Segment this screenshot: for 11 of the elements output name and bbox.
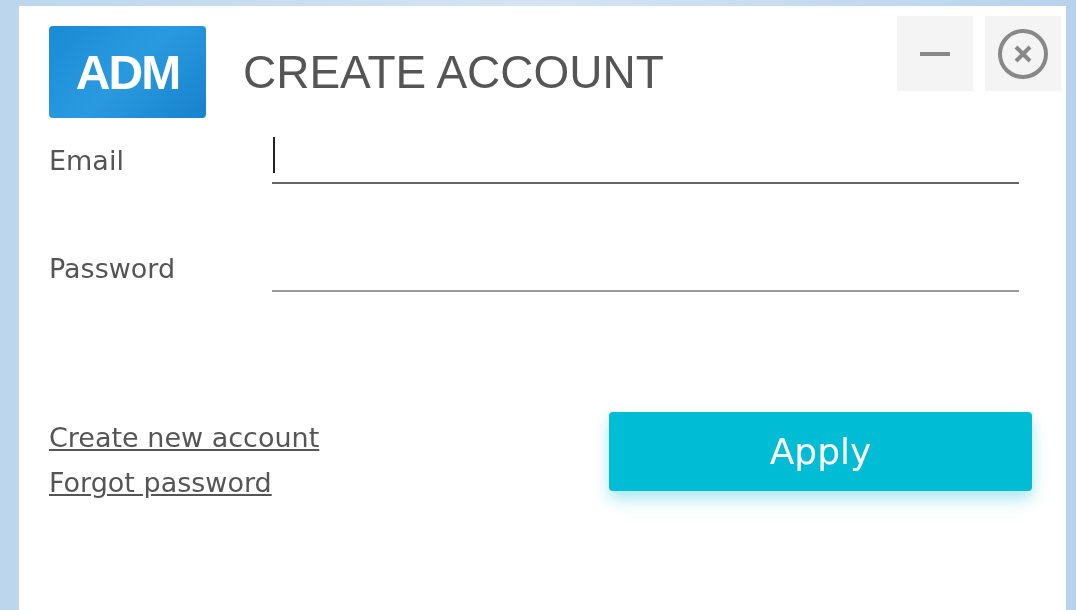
field-label: Email [49,145,125,178]
link[interactable]: Forgot password [49,467,320,498]
field-label: Password [49,253,177,286]
text-cursor [273,137,275,173]
minimize-button[interactable] [897,16,973,91]
link[interactable]: Create new account [49,422,320,453]
minimize-icon [920,51,950,56]
close-icon [997,27,1049,80]
window-title: CREATE ACCOUNT [243,45,664,99]
close-button[interactable] [985,16,1061,91]
logo: ADM [49,26,206,118]
